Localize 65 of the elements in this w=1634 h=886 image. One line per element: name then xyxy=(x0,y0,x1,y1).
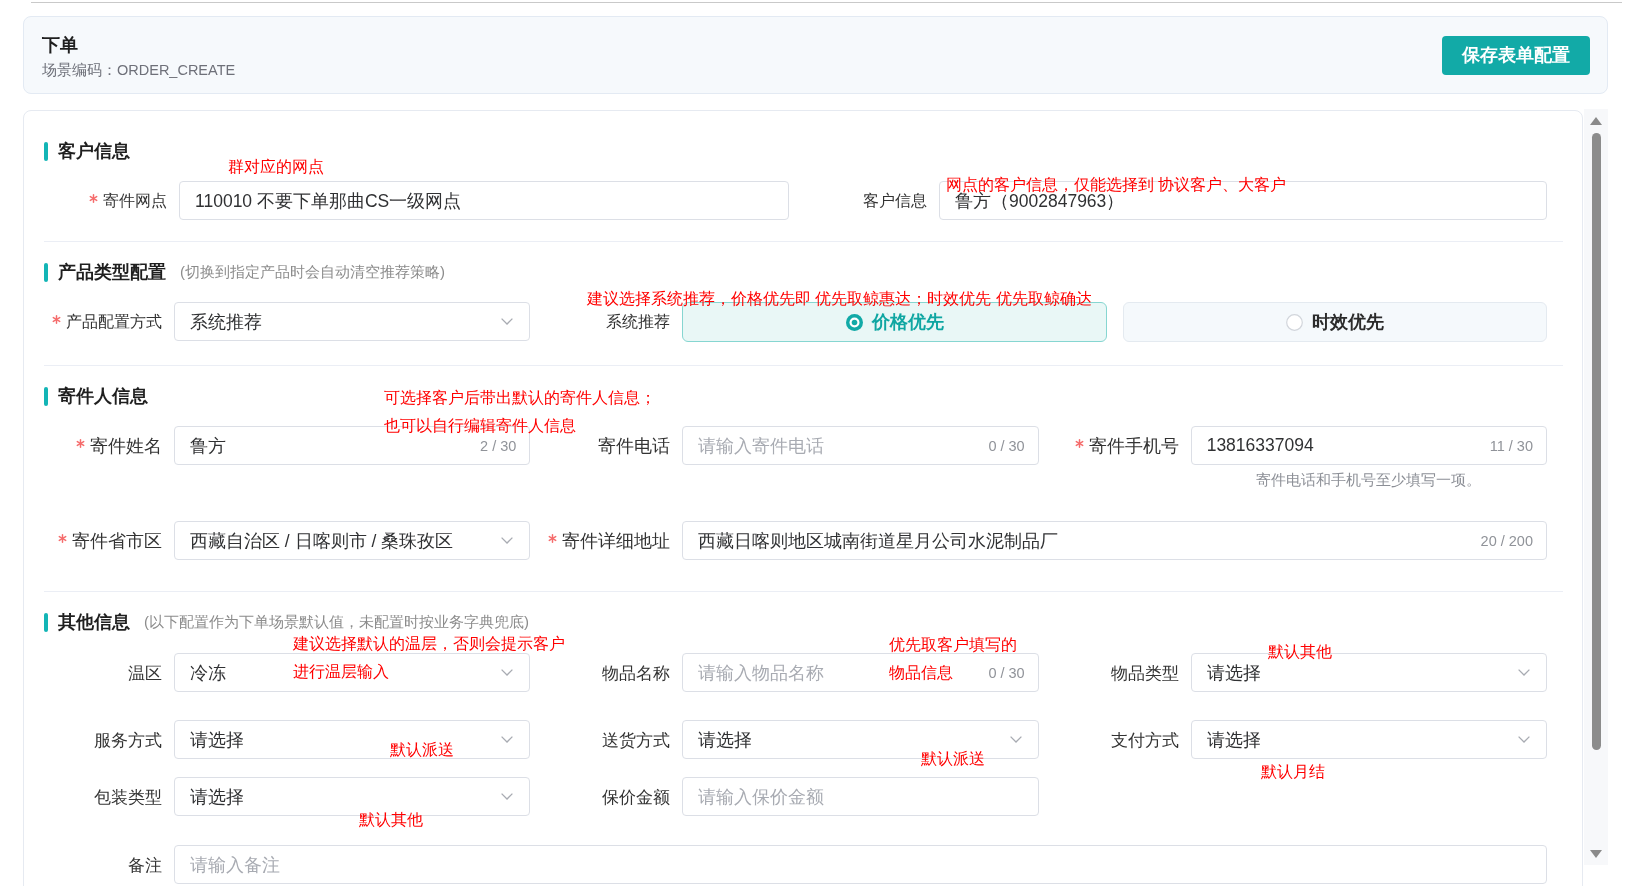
field-label: 温区 xyxy=(128,662,162,684)
input-field[interactable]: 110010 不要下单那曲CS一级网点 xyxy=(179,181,789,220)
section-hint: (以下配置作为下单场景默认值，未配置时按业务字典兜底) xyxy=(144,612,529,632)
annotation-note: 建议选择默认的温层，否则会提示客户 xyxy=(293,634,565,654)
chevron-down-icon xyxy=(1009,736,1022,743)
character-counter: 11 / 30 xyxy=(1489,437,1533,454)
scroll-up-arrow-icon[interactable] xyxy=(1590,117,1602,125)
section-title: 客户信息 xyxy=(58,141,130,161)
chevron-down-icon xyxy=(501,537,514,544)
field-label: 包装类型 xyxy=(94,786,162,808)
character-counter: 20 / 200 xyxy=(1480,532,1533,549)
annotation-note: 优先取客户填写的 xyxy=(889,635,1017,655)
annotation-note: 默认月结 xyxy=(1261,761,1325,782)
accent-bar-icon xyxy=(44,386,48,406)
input-field[interactable]: 13816337094 11 / 30 xyxy=(1190,426,1547,465)
scene-code-text: 场景编码：ORDER_CREATE xyxy=(42,60,236,80)
field-label: 客户信息 xyxy=(863,190,927,211)
chevron-down-icon xyxy=(1518,669,1530,676)
field-label: 寄件省市区 xyxy=(72,529,162,552)
chevron-down-icon xyxy=(501,793,514,800)
field-label: 寄件详细地址 xyxy=(562,529,671,552)
accent-bar-icon xyxy=(44,262,48,282)
character-counter: 0 / 30 xyxy=(988,437,1025,454)
input-field[interactable]: 西藏日喀则地区城南街道星月公司水泥制品厂 20 / 200 xyxy=(682,521,1547,560)
field-label: 寄件网点 xyxy=(103,190,167,211)
annotation-note: 默认派送 xyxy=(390,740,454,760)
annotation-note: 物品信息 xyxy=(889,662,953,683)
field-label: 保价金额 xyxy=(602,786,671,808)
scroll-down-arrow-icon[interactable] xyxy=(1590,850,1602,858)
field-label: 支付方式 xyxy=(1110,729,1179,751)
field-label: 寄件电话 xyxy=(598,434,671,457)
field-label: 系统推荐 xyxy=(606,311,671,332)
select-field[interactable]: 系统推荐 xyxy=(174,302,531,341)
field-label: 产品配置方式 xyxy=(66,311,162,332)
field-label: 物品类型 xyxy=(1110,662,1179,684)
field-label: 送货方式 xyxy=(602,729,671,751)
field-label: 备注 xyxy=(128,854,162,876)
help-text: 寄件电话和手机号至少填写一项。 xyxy=(1256,471,1482,490)
section-hint: (切换到指定产品时会自动清空推荐策略) xyxy=(180,262,445,282)
annotation-note: 进行温层输入 xyxy=(293,661,389,682)
field-label: 寄件姓名 xyxy=(90,434,162,457)
chevron-down-icon xyxy=(501,736,514,743)
select-field[interactable]: 请选择 xyxy=(1190,720,1547,759)
field-label: 物品名称 xyxy=(602,662,671,684)
field-label: 寄件手机号 xyxy=(1088,434,1179,457)
section-title: 寄件人信息 xyxy=(58,386,148,406)
annotation-note: 可选择客户后带出默认的寄件人信息； xyxy=(384,388,656,408)
radio-icon xyxy=(1285,313,1303,331)
select-field[interactable]: 西藏自治区 / 日喀则市 / 桑珠孜区 xyxy=(174,521,531,560)
accent-bar-icon xyxy=(44,612,48,632)
annotation-note: 群对应的网点 xyxy=(228,157,324,177)
accent-bar-icon xyxy=(44,141,48,161)
scrollbar-thumb[interactable] xyxy=(1591,133,1601,750)
character-counter: 0 / 30 xyxy=(988,664,1025,681)
field-label: 服务方式 xyxy=(94,729,162,751)
chevron-down-icon xyxy=(501,669,514,676)
radio-icon xyxy=(845,313,863,331)
section-title: 产品类型配置 xyxy=(58,262,166,282)
page-title: 下单 xyxy=(42,33,78,56)
chevron-down-icon xyxy=(501,318,514,325)
chevron-down-icon xyxy=(1518,736,1530,743)
radio-option[interactable]: 时效优先 xyxy=(1122,302,1547,342)
character-counter: 2 / 30 xyxy=(480,437,517,454)
section-title: 其他信息 xyxy=(58,612,130,632)
scrollbar[interactable] xyxy=(1584,109,1608,865)
